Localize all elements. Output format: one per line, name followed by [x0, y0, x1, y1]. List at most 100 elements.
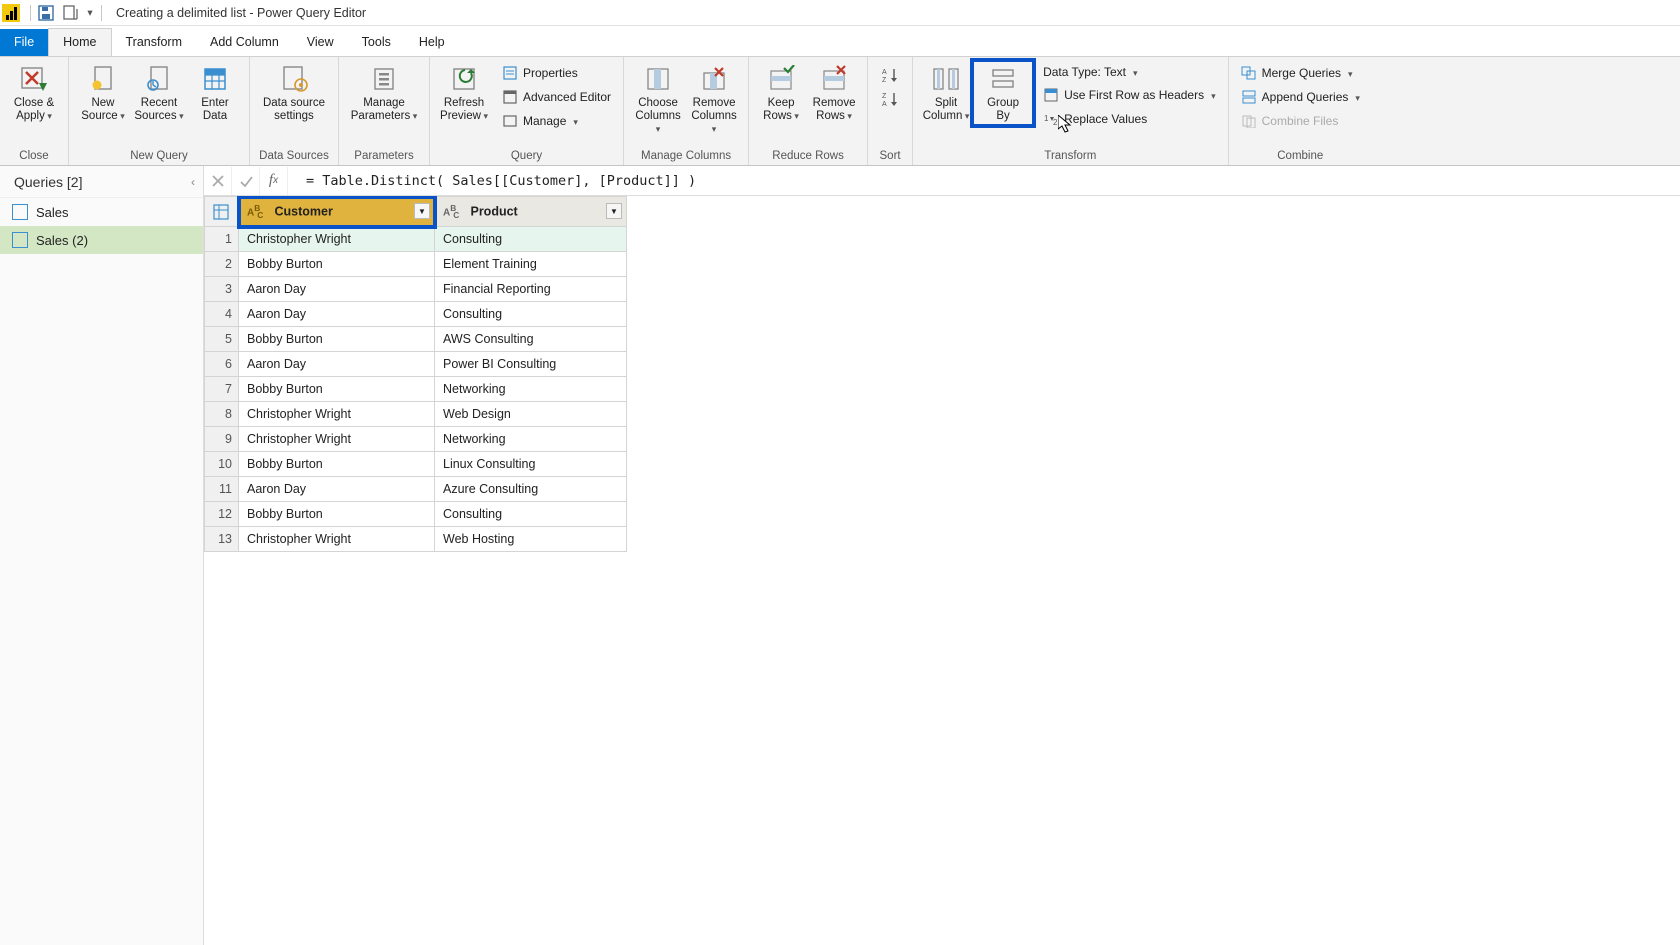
merge-queries-button[interactable]: Merge Queries: [1235, 63, 1366, 83]
row-number: 10: [205, 452, 239, 477]
qa-dropdown-icon[interactable]: ▾: [83, 7, 97, 19]
cell-customer[interactable]: Aaron Day: [239, 277, 435, 302]
data-source-settings-button[interactable]: Data source settings: [256, 61, 332, 125]
table-row[interactable]: 9Christopher WrightNetworking: [205, 427, 627, 452]
properties-button[interactable]: Properties: [496, 63, 617, 83]
cell-product[interactable]: Power BI Consulting: [435, 352, 627, 377]
tab-transform[interactable]: Transform: [112, 29, 197, 56]
table-row[interactable]: 13Christopher WrightWeb Hosting: [205, 527, 627, 552]
cell-customer[interactable]: Christopher Wright: [239, 427, 435, 452]
combine-files-button[interactable]: Combine Files: [1235, 111, 1366, 131]
formula-commit-button[interactable]: [232, 167, 260, 195]
save-icon[interactable]: [35, 2, 57, 24]
cell-customer[interactable]: Christopher Wright: [239, 527, 435, 552]
refresh-preview-button[interactable]: Refresh Preview: [436, 61, 492, 125]
document-icon[interactable]: [59, 2, 81, 24]
table-row[interactable]: 11Aaron DayAzure Consulting: [205, 477, 627, 502]
table-row[interactable]: 6Aaron DayPower BI Consulting: [205, 352, 627, 377]
recent-sources-button[interactable]: Recent Sources: [131, 61, 187, 125]
cell-customer[interactable]: Aaron Day: [239, 477, 435, 502]
enter-data-button[interactable]: Enter Data: [187, 61, 243, 125]
append-queries-button[interactable]: Append Queries: [1235, 87, 1366, 107]
split-column-button[interactable]: Split Column: [919, 61, 973, 125]
cell-customer[interactable]: Bobby Burton: [239, 252, 435, 277]
group-parameters: Manage Parameters Parameters: [339, 57, 430, 165]
manage-parameters-button[interactable]: Manage Parameters: [345, 61, 423, 125]
table-icon: [12, 232, 28, 248]
tab-tools[interactable]: Tools: [348, 29, 405, 56]
text-type-icon: ABC: [247, 203, 267, 220]
query-item[interactable]: Sales: [0, 198, 203, 226]
remove-columns-button[interactable]: Remove Columns: [686, 61, 742, 137]
cell-customer[interactable]: Bobby Burton: [239, 377, 435, 402]
table-row[interactable]: 10Bobby BurtonLinux Consulting: [205, 452, 627, 477]
sort-ascending-button[interactable]: AZ: [880, 65, 900, 85]
group-label: Parameters: [339, 148, 429, 165]
tab-file[interactable]: File: [0, 29, 48, 56]
fx-icon[interactable]: fx: [260, 167, 288, 195]
collapse-pane-icon[interactable]: ‹: [191, 175, 195, 189]
formula-cancel-button[interactable]: [204, 167, 232, 195]
table-row[interactable]: 5Bobby BurtonAWS Consulting: [205, 327, 627, 352]
column-filter-icon[interactable]: ▼: [606, 203, 622, 219]
cell-customer[interactable]: Bobby Burton: [239, 327, 435, 352]
group-label: Transform: [913, 148, 1228, 165]
table-row[interactable]: 2Bobby BurtonElement Training: [205, 252, 627, 277]
cell-product[interactable]: Web Design: [435, 402, 627, 427]
first-row-headers-button[interactable]: Use First Row as Headers: [1037, 85, 1222, 105]
group-by-button[interactable]: Group By: [973, 61, 1033, 125]
data-type-button[interactable]: Data Type: Text: [1037, 63, 1222, 81]
cell-customer[interactable]: Christopher Wright: [239, 227, 435, 252]
cell-customer[interactable]: Aaron Day: [239, 302, 435, 327]
table-corner[interactable]: [205, 197, 239, 227]
tab-home[interactable]: Home: [48, 28, 111, 56]
cell-product[interactable]: Azure Consulting: [435, 477, 627, 502]
remove-rows-button[interactable]: Remove Rows: [807, 61, 861, 125]
tab-view[interactable]: View: [293, 29, 348, 56]
manage-button[interactable]: Manage: [496, 111, 617, 131]
cell-product[interactable]: Consulting: [435, 302, 627, 327]
cell-product[interactable]: AWS Consulting: [435, 327, 627, 352]
table-row[interactable]: 4Aaron DayConsulting: [205, 302, 627, 327]
cell-product[interactable]: Consulting: [435, 502, 627, 527]
cell-product[interactable]: Networking: [435, 377, 627, 402]
tab-add-column[interactable]: Add Column: [196, 29, 293, 56]
cell-customer[interactable]: Bobby Burton: [239, 502, 435, 527]
sort-descending-button[interactable]: ZA: [880, 89, 900, 109]
cell-product[interactable]: Element Training: [435, 252, 627, 277]
column-header-product[interactable]: ABC Product ▼: [435, 197, 627, 227]
cell-customer[interactable]: Christopher Wright: [239, 402, 435, 427]
table-row[interactable]: 12Bobby BurtonConsulting: [205, 502, 627, 527]
table-row[interactable]: 8Christopher WrightWeb Design: [205, 402, 627, 427]
cell-product[interactable]: Web Hosting: [435, 527, 627, 552]
query-item[interactable]: Sales (2): [0, 226, 203, 254]
formula-text[interactable]: = Table.Distinct( Sales[[Customer], [Pro…: [288, 173, 696, 189]
keep-rows-button[interactable]: Keep Rows: [755, 61, 807, 125]
svg-text:A: A: [882, 69, 887, 76]
group-label: Data Sources: [250, 148, 338, 165]
cell-customer[interactable]: Aaron Day: [239, 352, 435, 377]
separator: [30, 5, 31, 21]
cell-product[interactable]: Linux Consulting: [435, 452, 627, 477]
table-row[interactable]: 3Aaron DayFinancial Reporting: [205, 277, 627, 302]
table-row[interactable]: 7Bobby BurtonNetworking: [205, 377, 627, 402]
row-number: 6: [205, 352, 239, 377]
close-and-apply-button[interactable]: Close & Apply: [6, 61, 62, 125]
new-source-button[interactable]: New Source: [75, 61, 131, 125]
data-grid[interactable]: ABC Customer ▼ ABC Product ▼ 1Christophe…: [204, 196, 1680, 945]
cell-product[interactable]: Consulting: [435, 227, 627, 252]
manage-icon: [502, 113, 518, 129]
group-label: New Query: [69, 148, 249, 165]
svg-text:1: 1: [1044, 114, 1049, 123]
table-row[interactable]: 1Christopher WrightConsulting: [205, 227, 627, 252]
column-header-customer[interactable]: ABC Customer ▼: [239, 197, 435, 227]
choose-columns-button[interactable]: Choose Columns: [630, 61, 686, 137]
cell-product[interactable]: Financial Reporting: [435, 277, 627, 302]
row-number: 12: [205, 502, 239, 527]
column-filter-icon[interactable]: ▼: [414, 203, 430, 219]
cell-customer[interactable]: Bobby Burton: [239, 452, 435, 477]
cell-product[interactable]: Networking: [435, 427, 627, 452]
replace-values-button[interactable]: 12 Replace Values: [1037, 109, 1222, 129]
tab-help[interactable]: Help: [405, 29, 459, 56]
advanced-editor-button[interactable]: Advanced Editor: [496, 87, 617, 107]
